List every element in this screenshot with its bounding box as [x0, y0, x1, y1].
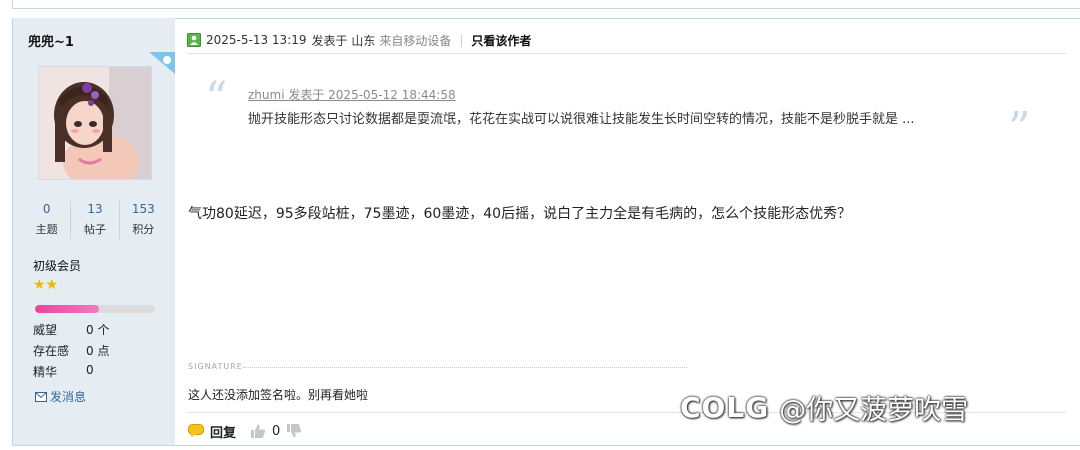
post-body: 气功80延迟，95多段站桩，75墨迹，60墨迹，40后摇，说白了主力全是有毛病的… — [188, 206, 852, 222]
signature-label: SIGNATURE — [188, 362, 243, 371]
stat-topics[interactable]: 0 主题 — [23, 201, 72, 239]
post-device: 来自移动设备 — [379, 33, 452, 48]
quote-source-link[interactable]: zhumi 发表于 2025-05-12 18:44:58 — [248, 86, 456, 103]
prop-presence-label: 存在感 — [33, 344, 70, 358]
rank-stars-icon: ★★ — [33, 277, 59, 293]
like-count: 0 — [272, 423, 281, 439]
prop-reputation-label: 威望 — [33, 323, 58, 337]
envelope-icon — [35, 391, 47, 402]
author-username[interactable]: 兜兜~1 — [28, 31, 74, 50]
stat-posts[interactable]: 13 帖子 — [71, 201, 120, 239]
stat-posts-label: 帖子 — [83, 223, 106, 236]
watermark: COLG @你又菠萝吹雪 — [680, 385, 968, 429]
prop-digest: 精华 0 — [33, 363, 94, 380]
avatar-image — [39, 67, 151, 179]
quote-open-icon: “ — [205, 73, 228, 124]
header-separator: | — [459, 33, 464, 47]
quote-close-icon: ” — [1008, 103, 1031, 154]
online-status-icon — [187, 33, 201, 47]
online-badge-icon — [149, 52, 175, 74]
level-progress-fill — [35, 305, 99, 313]
signature-divider — [243, 367, 687, 368]
prop-reputation: 威望 0 个 — [33, 321, 109, 338]
post-header: 2025-5-13 13:19 发表于 山东 来自移动设备 | 只看该作者 — [187, 29, 531, 51]
post-actions: 回复 0 — [188, 421, 302, 441]
watermark-text: @你又菠萝吹雪 — [779, 394, 969, 426]
author-only-link[interactable]: 只看该作者 — [471, 32, 531, 49]
signature-text: 这人还没添加签名啦。别再看她啦 — [188, 388, 369, 402]
thumbs-down-icon[interactable] — [286, 423, 302, 439]
prop-presence-value: 0 点 — [86, 344, 110, 358]
send-message-link[interactable]: 发消息 — [35, 388, 86, 405]
stat-topics-value: 0 — [42, 202, 51, 216]
watermark-logo: COLG — [680, 390, 770, 424]
post-content: 2025-5-13 13:19 发表于 山东 来自移动设备 | 只看该作者 “ … — [175, 18, 1080, 446]
stat-points-value: 153 — [131, 202, 155, 216]
forum-post-page: 兜兜~1 0 主题 13 帖子 153 积分 初级会员 ★★ 威望 0 个 存在… — [0, 0, 1080, 450]
user-rank[interactable]: 初级会员 — [33, 257, 81, 274]
quote-text: 抛开技能形态只讨论数据都是耍流氓，花花在实战可以说很难让技能发生长时间空转的情况… — [248, 112, 915, 127]
author-sidebar: 兜兜~1 0 主题 13 帖子 153 积分 初级会员 ★★ 威望 0 个 存在… — [12, 18, 175, 446]
user-stats: 0 主题 13 帖子 153 积分 — [23, 201, 167, 239]
reply-icon[interactable] — [188, 424, 204, 438]
post-datetime: 2025-5-13 13:19 — [206, 33, 307, 47]
header-divider — [187, 53, 1067, 54]
stat-points[interactable]: 153 积分 — [120, 201, 167, 239]
level-progress-bar — [35, 305, 155, 313]
stat-topics-label: 主题 — [35, 223, 58, 236]
prop-presence: 存在感 0 点 — [33, 342, 109, 359]
prop-digest-value: 0 — [86, 363, 94, 377]
previous-post-edge — [12, 0, 1080, 9]
prop-digest-label: 精华 — [33, 365, 58, 379]
thumbs-up-icon[interactable] — [250, 423, 266, 439]
reply-button[interactable]: 回复 — [210, 422, 236, 441]
prop-reputation-value: 0 个 — [86, 323, 110, 337]
stat-points-label: 积分 — [132, 223, 155, 236]
stat-posts-value: 13 — [87, 202, 103, 216]
avatar[interactable] — [38, 66, 152, 180]
send-message-label: 发消息 — [50, 390, 87, 404]
post-location: 发表于 山东 — [311, 33, 376, 48]
